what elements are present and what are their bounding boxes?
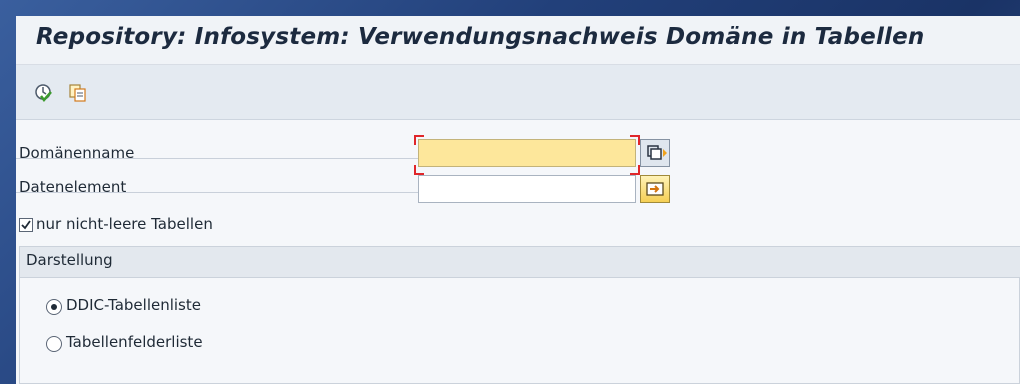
darstellung-group: Darstellung DDIC-Tabellenliste Tabellenf…: [19, 246, 1020, 384]
darstellung-header: Darstellung: [20, 247, 1020, 278]
darstellung-title: Darstellung: [26, 251, 113, 269]
focus-corner-tr: [630, 135, 640, 145]
ddic-tabellenliste-radio[interactable]: [46, 299, 62, 315]
execute-icon: [35, 84, 52, 102]
datenelement-multiselect-button[interactable]: [640, 175, 670, 203]
nur-nicht-leere-tabellen-checkbox[interactable]: [19, 218, 33, 232]
datenelement-label: Datenelement: [19, 178, 127, 196]
execute-button[interactable]: [34, 83, 54, 103]
title-bar: Repository: Infosystem: Verwendungsnachw…: [16, 16, 1020, 65]
datenelement-input[interactable]: [418, 175, 636, 203]
focus-corner-br: [630, 165, 640, 175]
multiple-selection-icon: [647, 145, 667, 160]
page-title: Repository: Infosystem: Verwendungsnachw…: [36, 24, 925, 50]
copy-icon: [69, 84, 86, 102]
domaenenname-label: Domänenname: [19, 144, 135, 162]
domaenenname-multiselect-button[interactable]: [640, 139, 670, 167]
focus-corner-tl: [414, 135, 424, 145]
tabellenfelderliste-radio[interactable]: [46, 336, 62, 352]
application-toolbar: [16, 65, 1020, 120]
nur-nicht-leere-tabellen-label[interactable]: nur nicht-leere Tabellen: [36, 215, 213, 233]
checkmark-icon: [21, 220, 31, 230]
ddic-tabellenliste-label[interactable]: DDIC-Tabellenliste: [66, 296, 201, 314]
sap-window: Repository: Infosystem: Verwendungsnachw…: [16, 16, 1020, 384]
selection-screen: Domänenname Datenelement nur nicht-leere…: [16, 120, 1020, 384]
domaenenname-input[interactable]: [418, 139, 636, 167]
multiple-selection-arrow-icon: [646, 182, 664, 196]
focus-corner-bl: [414, 165, 424, 175]
tabellenfelderliste-label[interactable]: Tabellenfelderliste: [66, 333, 203, 351]
copy-button[interactable]: [68, 83, 88, 103]
